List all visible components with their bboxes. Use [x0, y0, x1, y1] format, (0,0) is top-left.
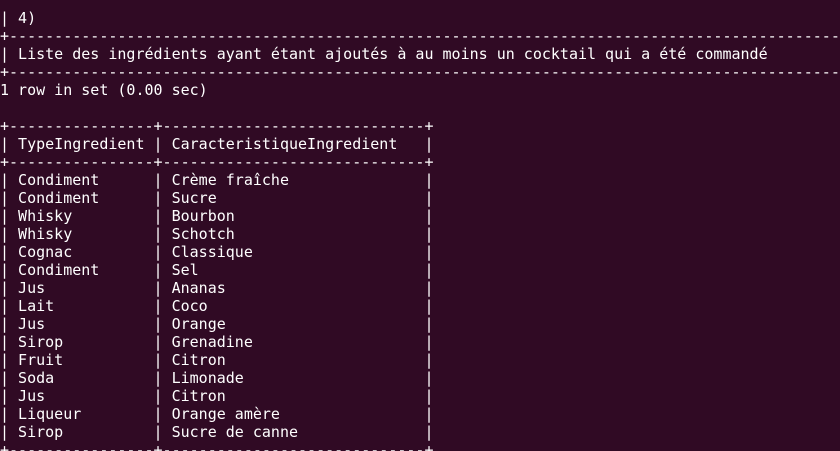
- table-row: | Soda | Limonade |: [0, 369, 434, 387]
- table-row: | Liqueur | Orange amère |: [0, 405, 434, 423]
- table-border: +---------------------------------------…: [0, 63, 840, 81]
- table-row: | Lait | Coco |: [0, 297, 434, 315]
- table-border: +----------------+----------------------…: [0, 441, 434, 451]
- result-header-row: | 4) |: [0, 9, 37, 27]
- table-row: | Condiment | Crème fraîche |: [0, 171, 434, 189]
- table-row: | Condiment | Sucre |: [0, 189, 434, 207]
- table-row: | Sirop | Grenadine |: [0, 333, 434, 351]
- table-row: | Whisky | Bourbon |: [0, 207, 434, 225]
- table-row: | Sirop | Sucre de canne |: [0, 423, 434, 441]
- table-header-row: | TypeIngredient | CaracteristiqueIngred…: [0, 135, 434, 153]
- table-row: | Jus | Ananas |: [0, 279, 434, 297]
- table-row: | Cognac | Classique |: [0, 243, 434, 261]
- table-row: | Fruit | Citron |: [0, 351, 434, 369]
- table-row: | Condiment | Sel |: [0, 261, 434, 279]
- table-border: +----------------+----------------------…: [0, 153, 434, 171]
- result-title-row: | Liste des ingrédients ayant étant ajou…: [0, 45, 768, 63]
- table-row: | Whisky | Schotch |: [0, 225, 434, 243]
- terminal-output[interactable]: | 4) | +--------------------------------…: [0, 0, 840, 451]
- table-row: | Jus | Orange |: [0, 315, 434, 333]
- table-row: | Jus | Citron |: [0, 387, 434, 405]
- row-count-status: 1 row in set (0.00 sec): [0, 81, 208, 99]
- table-border: +----------------+----------------------…: [0, 117, 434, 135]
- table-border: +---------------------------------------…: [0, 27, 840, 45]
